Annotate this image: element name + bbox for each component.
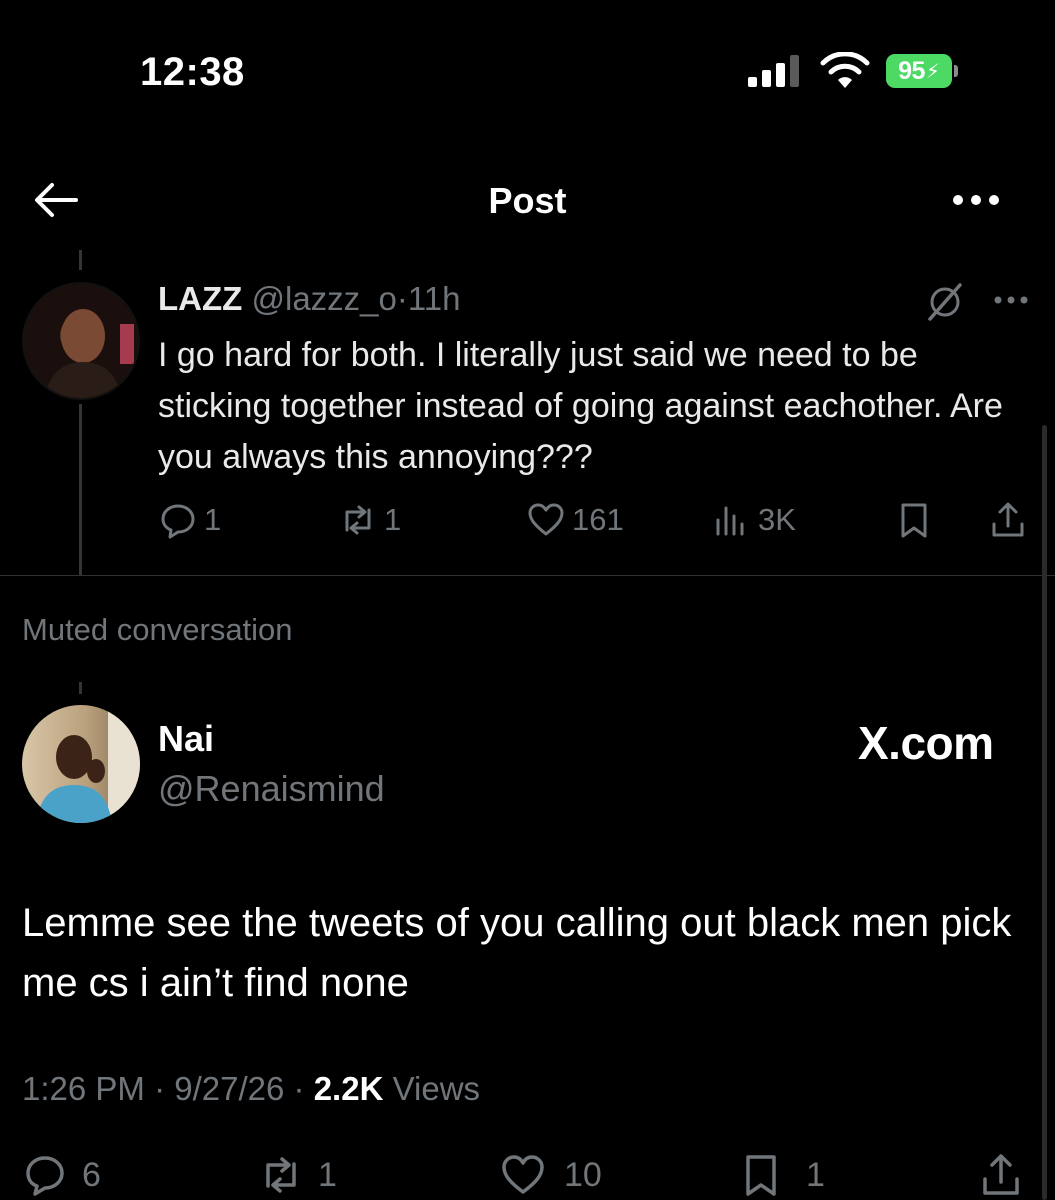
reply-icon (161, 504, 195, 539)
scrollbar[interactable] (1042, 425, 1047, 1200)
avatar[interactable] (22, 705, 140, 823)
display-name[interactable]: LAZZ (158, 280, 242, 317)
more-icon[interactable] (992, 294, 1030, 306)
repost-count: 1 (384, 502, 402, 537)
thread-line (79, 682, 82, 694)
wifi-icon (820, 52, 870, 88)
separator: · (396, 280, 408, 317)
battery-icon: 95 ⚡ (886, 54, 958, 88)
reply-header: LAZZ @lazzz_o·11h (158, 280, 461, 318)
repost-button[interactable]: 1 (258, 1152, 337, 1198)
bookmark-count: 1 (806, 1155, 825, 1194)
views-label: Views (392, 1070, 481, 1107)
handle[interactable]: @Renaismind (158, 768, 385, 810)
reply-text: I go hard for both. I literally just sai… (158, 336, 1003, 476)
share-button[interactable] (988, 500, 1028, 540)
bookmark-button[interactable]: 1 (738, 1152, 825, 1198)
reply-icon (26, 1156, 64, 1196)
repost-icon (345, 505, 371, 535)
display-name[interactable]: Nai (158, 718, 214, 760)
avatar[interactable] (22, 282, 140, 400)
battery-level: 95 (898, 56, 925, 85)
post-text: Lemme see the tweets of you calling out … (22, 901, 1012, 1005)
handle[interactable]: @lazzz_o (251, 280, 396, 317)
views-count[interactable]: 2.2K (314, 1070, 384, 1107)
repost-icon (266, 1157, 296, 1193)
views-icon (716, 506, 744, 536)
brand-logo: X.com (858, 717, 994, 769)
views-button[interactable]: 3K (712, 500, 796, 540)
reply-button[interactable]: 1 (158, 500, 221, 540)
post-time[interactable]: 1:26 PM (22, 1070, 145, 1107)
reply-count: 1 (204, 502, 222, 537)
status-time: 12:38 (140, 50, 245, 94)
post-meta: 1:26 PM · 9/27/26 · 2.2K Views (22, 1070, 480, 1108)
views-count: 3K (758, 502, 796, 537)
thread-line (79, 404, 82, 576)
like-icon (528, 503, 564, 536)
like-button[interactable]: 10 (500, 1152, 602, 1198)
thread-line (79, 250, 82, 270)
signal-icon (748, 55, 799, 87)
post-date[interactable]: 9/27/26 (174, 1070, 284, 1107)
share-icon (992, 502, 1024, 537)
reply-count: 6 (82, 1155, 101, 1194)
separator: · (293, 1070, 305, 1107)
muted-conversation-label: Muted conversation (22, 612, 293, 647)
post-age[interactable]: 11h (408, 280, 461, 317)
repost-button[interactable]: 1 (338, 500, 401, 540)
like-count: 10 (564, 1155, 602, 1194)
like-button[interactable]: 161 (526, 500, 624, 540)
mute-icon (928, 283, 962, 321)
separator: · (154, 1070, 166, 1107)
share-icon (983, 1154, 1019, 1195)
share-button[interactable] (978, 1152, 1024, 1198)
bookmark-button[interactable] (894, 500, 934, 540)
reply-button[interactable]: 6 (22, 1152, 101, 1198)
bookmark-icon (746, 1155, 776, 1196)
like-count: 161 (572, 502, 624, 537)
like-icon (502, 1155, 544, 1194)
divider (0, 575, 1055, 576)
page-title: Post (488, 180, 567, 221)
more-icon[interactable] (950, 192, 1002, 208)
bookmark-icon (901, 503, 927, 538)
repost-count: 1 (318, 1155, 337, 1194)
